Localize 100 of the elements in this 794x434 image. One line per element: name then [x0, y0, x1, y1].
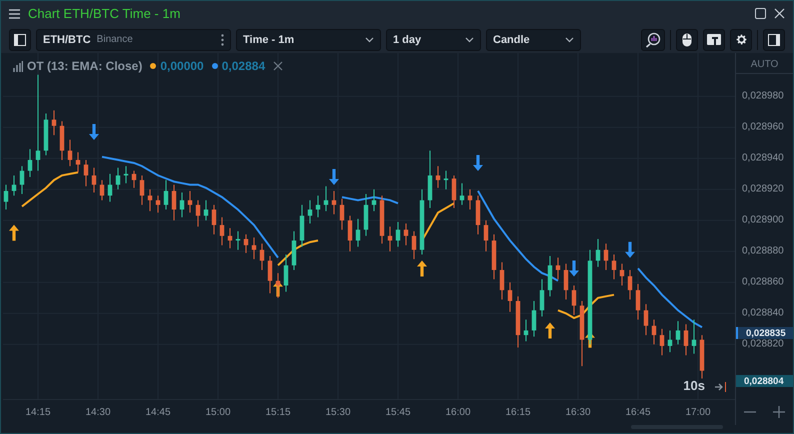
dropdown[interactable]: Candle: [486, 28, 581, 50]
candlestick: [148, 188, 152, 212]
candlestick: [20, 166, 24, 195]
exchange-text: Binance: [96, 34, 134, 45]
indicator-value: 0,00000: [160, 59, 204, 73]
time-tick-label: 15:15: [265, 407, 291, 418]
candlestick: [404, 223, 408, 246]
candlestick: [676, 320, 680, 345]
candlestick: [636, 283, 640, 320]
chart-search-button[interactable]: [641, 28, 665, 50]
candlestick: [4, 184, 8, 210]
candlestick: [564, 263, 568, 300]
price-label: 0,028835: [736, 327, 793, 339]
panel-toggle-button[interactable]: [9, 28, 31, 50]
settings-icon: [734, 33, 748, 46]
menu-icon[interactable]: [9, 8, 20, 18]
indicator-value: 0,02884: [222, 59, 266, 73]
candlestick: [164, 180, 168, 210]
candlestick: [68, 139, 72, 167]
chevron-down-icon: [565, 36, 574, 42]
time-tick-label: 14:30: [85, 407, 111, 418]
candlestick: [684, 324, 688, 356]
indicator-icon: [13, 60, 23, 72]
candlestick: [284, 254, 288, 292]
candlestick: [508, 282, 512, 312]
time-tick-label: 17:00: [685, 407, 711, 418]
time-tick-label: 16:00: [445, 407, 471, 418]
candlestick: [412, 230, 416, 260]
settings-button[interactable]: [730, 28, 752, 50]
price-tick-label: 0,028940: [742, 152, 784, 164]
mouse-icon: [682, 32, 692, 46]
candlestick: [212, 204, 216, 235]
time-tick-label: 15:30: [325, 407, 351, 418]
close-icon[interactable]: [273, 61, 284, 71]
time-tick-label: 16:30: [565, 407, 591, 418]
maximize-icon[interactable]: [755, 8, 766, 19]
candlestick: [644, 304, 648, 336]
symbol-text: ETH/BTC: [43, 34, 91, 46]
candlestick: [140, 174, 144, 206]
right-panel-icon: [768, 34, 780, 46]
kebab-menu-icon[interactable]: [221, 34, 224, 46]
candlestick: [484, 220, 488, 252]
chevron-down-icon: [365, 36, 374, 42]
candlestick: [356, 218, 360, 248]
candlestick: [268, 256, 272, 294]
price-tick-label: 0,028840: [742, 308, 784, 319]
close-icon[interactable]: [774, 8, 785, 19]
scroll-to-end-icon[interactable]: [715, 382, 727, 392]
candlestick: [36, 74, 40, 172]
left-panel-icon: [14, 34, 26, 46]
mouse-button[interactable]: [676, 28, 698, 50]
candlestick: [468, 188, 472, 210]
dropdown[interactable]: Time - 1m: [236, 28, 381, 50]
candlestick: [500, 262, 504, 300]
candlestick: [540, 278, 544, 317]
time-tick-label: 16:15: [505, 407, 531, 418]
price-label: 0,028804: [736, 375, 793, 387]
layout-button[interactable]: [703, 28, 725, 50]
candlestick: [52, 110, 56, 136]
candlestick: [308, 200, 312, 224]
candlestick: [452, 174, 456, 208]
candlestick: [116, 167, 120, 190]
price-tick-label: 0,028960: [742, 122, 784, 133]
dropdown[interactable]: 1 day: [386, 28, 481, 50]
price-tick-label: 0,028880: [742, 246, 784, 257]
price-tick-label: 0,028820: [742, 338, 784, 350]
time-tick-label: 15:00: [205, 407, 231, 418]
candlestick: [460, 182, 464, 206]
auto-scale-toggle[interactable]: AUTO: [736, 59, 793, 74]
candlestick: [172, 184, 176, 221]
candlestick: [612, 254, 616, 280]
candlestick: [252, 236, 256, 260]
candlestick: [396, 221, 400, 248]
candlestick: [92, 167, 96, 193]
search-icon: [645, 32, 661, 48]
layout-icon: [707, 34, 721, 45]
price-tick-label: 0,028860: [742, 276, 784, 288]
candlestick: [340, 198, 344, 230]
price-tick-label: 0,028980: [742, 90, 784, 102]
candlestick: [84, 159, 88, 187]
candlestick: [28, 148, 32, 178]
chevron-down-icon: [465, 36, 474, 42]
countdown-text: 10s: [683, 378, 705, 393]
candlestick: [532, 300, 536, 338]
candlestick: [220, 216, 224, 246]
candlestick: [196, 200, 200, 228]
symbol-field[interactable]: ETH/BTC Binance: [36, 28, 231, 50]
time-tick-label: 16:45: [625, 407, 651, 418]
time-tick-label: 14:45: [145, 407, 171, 418]
zoom-in-icon[interactable]: [772, 406, 785, 418]
candlestick: [204, 200, 208, 221]
time-tick-label: 15:45: [385, 407, 411, 418]
candlestick: [628, 270, 632, 300]
candlestick: [660, 328, 664, 356]
price-tick-label: 0,028900: [742, 214, 784, 226]
indicator-label: OT (13: EMA: Close): [27, 59, 142, 73]
side-panel-button[interactable]: [763, 28, 785, 50]
candlestick: [572, 285, 576, 316]
price-tick-label: 0,028920: [742, 184, 784, 195]
time-tick-label: 14:15: [25, 407, 51, 418]
